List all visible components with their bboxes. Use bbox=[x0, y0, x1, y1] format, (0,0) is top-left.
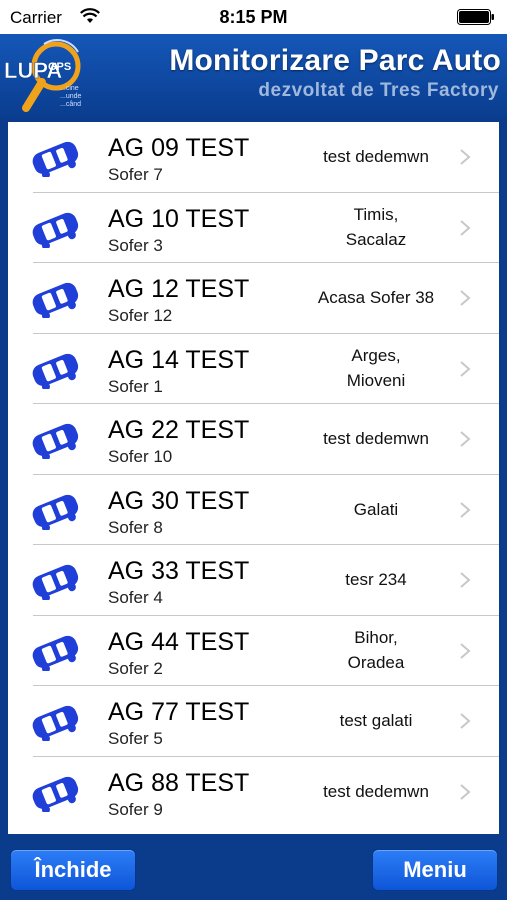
vehicle-location: Timis, Sacalaz bbox=[345, 205, 407, 249]
car-icon bbox=[28, 772, 82, 814]
chevron-right-icon bbox=[459, 712, 471, 730]
vehicle-list[interactable]: AG 09 TEST Sofer 7 test dedemwn AG 10 TEST S… bbox=[8, 122, 499, 834]
vehicle-plate: AG 77 TEST bbox=[108, 698, 250, 726]
chevron-right-icon bbox=[459, 501, 471, 519]
chevron-right-icon bbox=[459, 430, 471, 448]
chevron-right-icon bbox=[459, 783, 471, 801]
vehicle-driver: Sofer 2 bbox=[108, 658, 163, 678]
vehicle-row[interactable]: AG 33 TEST Sofer 4 tesr 234 bbox=[32, 545, 499, 616]
close-button[interactable]: Închide bbox=[10, 849, 136, 891]
vehicle-row[interactable]: AG 14 TEST Sofer 1 Arges, Mioveni bbox=[32, 334, 499, 404]
chevron-right-icon bbox=[459, 148, 471, 166]
vehicle-location: Galati bbox=[353, 499, 399, 519]
vehicle-plate: AG 33 TEST bbox=[108, 557, 250, 585]
car-icon bbox=[28, 419, 82, 461]
chevron-right-icon bbox=[459, 219, 471, 237]
car-icon bbox=[28, 701, 82, 743]
vehicle-plate: AG 09 TEST bbox=[108, 134, 250, 162]
vehicle-driver: Sofer 9 bbox=[108, 799, 163, 819]
svg-text:GPS: GPS bbox=[48, 61, 71, 73]
vehicle-plate: AG 12 TEST bbox=[108, 275, 250, 303]
car-icon bbox=[28, 490, 82, 532]
chevron-right-icon bbox=[459, 642, 471, 660]
vehicle-row[interactable]: AG 12 TEST Sofer 12 Acasa Sofer 38 bbox=[32, 263, 499, 334]
vehicle-location: test galati bbox=[339, 711, 413, 730]
svg-text:...cine: ...cine bbox=[60, 85, 79, 92]
car-icon bbox=[28, 349, 82, 391]
vehicle-driver: Sofer 8 bbox=[108, 517, 163, 537]
battery-icon bbox=[457, 9, 494, 25]
svg-text:...unde: ...unde bbox=[60, 93, 82, 100]
vehicle-row[interactable]: AG 30 TEST Sofer 8 Galati bbox=[32, 475, 499, 545]
vehicle-location: Acasa Sofer 38 bbox=[317, 288, 435, 307]
vehicle-driver: Sofer 3 bbox=[108, 235, 163, 255]
vehicle-plate: AG 88 TEST bbox=[108, 768, 250, 797]
app-title: Monitorizare Parc Auto bbox=[169, 44, 501, 77]
vehicle-row[interactable]: AG 44 TEST Sofer 2 Bihor, Oradea bbox=[32, 616, 499, 686]
car-icon bbox=[28, 278, 82, 320]
svg-text:...când: ...când bbox=[60, 101, 81, 108]
app-subtitle: dezvoltat de Tres Factory bbox=[258, 80, 499, 101]
status-time: 8:15 PM bbox=[219, 7, 288, 27]
vehicle-location: Arges, Mioveni bbox=[346, 346, 406, 390]
vehicle-driver: Sofer 7 bbox=[108, 165, 163, 184]
chevron-right-icon bbox=[459, 571, 471, 589]
car-icon bbox=[28, 137, 82, 179]
vehicle-row[interactable]: AG 77 TEST Sofer 5 test galati bbox=[32, 686, 499, 757]
car-icon bbox=[28, 631, 82, 673]
vehicle-driver: Sofer 5 bbox=[108, 729, 163, 748]
status-bar: Carrier 8:15 PM bbox=[0, 0, 507, 34]
vehicle-driver: Sofer 4 bbox=[108, 588, 163, 607]
vehicle-location: test dedemwn bbox=[323, 781, 429, 801]
menu-button[interactable]: Meniu bbox=[372, 849, 498, 891]
app-header: LUPA GPS ...cine ...unde ...când Monitor… bbox=[0, 34, 507, 118]
vehicle-location: tesr 234 bbox=[345, 570, 407, 589]
lupa-gps-logo: LUPA GPS ...cine ...unde ...când bbox=[4, 39, 82, 112]
chevron-right-icon bbox=[459, 360, 471, 378]
vehicle-plate: AG 44 TEST bbox=[108, 627, 250, 656]
vehicle-driver: Sofer 12 bbox=[108, 306, 173, 325]
vehicle-plate: AG 10 TEST bbox=[108, 204, 250, 233]
chevron-right-icon bbox=[459, 289, 471, 307]
vehicle-location: test dedemwn bbox=[323, 429, 429, 448]
car-icon bbox=[28, 560, 82, 602]
vehicle-driver: Sofer 1 bbox=[108, 376, 163, 396]
vehicle-row[interactable]: AG 22 TEST Sofer 10 test dedemwn bbox=[32, 404, 499, 475]
vehicle-row[interactable]: AG 10 TEST Sofer 3 Timis, Sacalaz bbox=[32, 193, 499, 263]
car-icon bbox=[28, 208, 82, 250]
bottom-toolbar: Închide Meniu bbox=[0, 836, 507, 900]
vehicle-plate: AG 14 TEST bbox=[108, 345, 250, 374]
vehicle-location: test dedemwn bbox=[323, 147, 429, 166]
vehicle-row[interactable]: AG 88 TEST Sofer 9 test dedemwn bbox=[32, 757, 499, 827]
vehicle-location: Bihor, Oradea bbox=[347, 628, 405, 672]
vehicle-row[interactable]: AG 09 TEST Sofer 7 test dedemwn bbox=[32, 122, 499, 193]
vehicle-plate: AG 30 TEST bbox=[108, 486, 250, 515]
vehicle-driver: Sofer 10 bbox=[108, 447, 173, 466]
vehicle-plate: AG 22 TEST bbox=[108, 416, 250, 444]
